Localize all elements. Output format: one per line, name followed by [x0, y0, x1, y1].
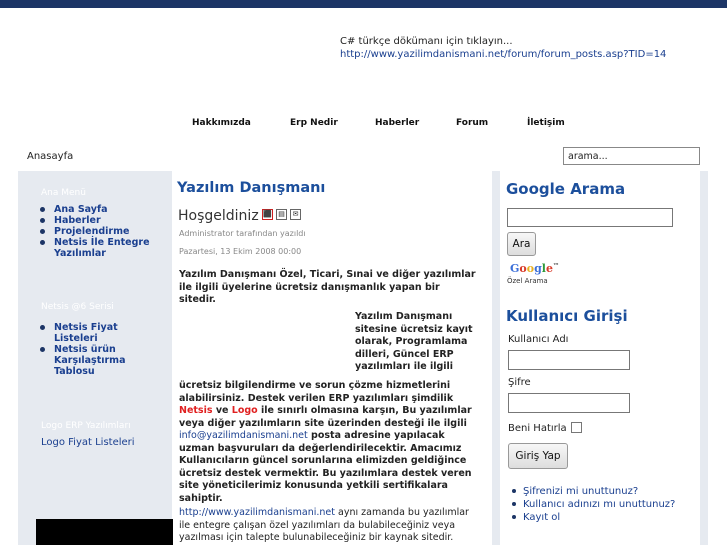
- remember-label: Beni Hatırla: [508, 423, 567, 434]
- site-title: Yazılım Danışmanı: [177, 180, 326, 196]
- menu-item-netsis-karsilastirma[interactable]: Netsis ürün Karşılaştırma Tablosu: [40, 344, 151, 377]
- login-button[interactable]: Giriş Yap: [508, 443, 568, 469]
- google-search-title: Google Arama: [506, 180, 626, 198]
- article-paragraph-2a: Yazılım Danışmanı sitesine ücretsiz kayı…: [355, 311, 473, 372]
- breadcrumb[interactable]: Anasayfa: [27, 151, 73, 162]
- username-field[interactable]: [508, 350, 630, 370]
- article-and: ve: [215, 405, 229, 416]
- menu-module-title: Ana Menü: [41, 188, 86, 198]
- login-title: Kullanıcı Girişi: [506, 307, 628, 325]
- menu-item-projelendirme[interactable]: Projelendirme: [40, 226, 151, 237]
- email-link[interactable]: info@yazilimdanismani.net: [179, 430, 308, 441]
- site-url-link[interactable]: http://www.yazilimdanismani.net: [179, 507, 335, 518]
- notice-text: C# türkçe dökümanı için tıklayın...: [340, 36, 513, 47]
- article-paragraph-2b: ücretsiz bilgilendirme ve sorun çözme hi…: [179, 380, 454, 404]
- google-logo: Google™: [510, 262, 559, 275]
- netsis-highlight: Netsis: [179, 405, 213, 416]
- netsis-menu: Netsis Fiyat Listeleri Netsis ürün Karşı…: [40, 322, 151, 377]
- logo-highlight: Logo: [231, 405, 258, 416]
- nav-item-haberler[interactable]: Haberler: [375, 118, 419, 128]
- menu-item-haberler[interactable]: Haberler: [40, 215, 151, 226]
- nav-item-hakkimizda[interactable]: Hakkımızda: [192, 118, 251, 128]
- main-menu: Ana Sayfa Haberler Projelendirme Netsis …: [40, 204, 151, 259]
- username-label: Kullanıcı Adı: [508, 334, 569, 345]
- register-link[interactable]: Kayıt ol: [510, 511, 675, 524]
- print-icon[interactable]: ▤: [276, 209, 287, 220]
- search-input[interactable]: [563, 147, 700, 165]
- menu-item-ana-sayfa[interactable]: Ana Sayfa: [40, 204, 151, 215]
- article-paragraph-1: Yazılım Danışmanı Özel, Ticari, Sınai ve…: [179, 269, 476, 305]
- google-subtitle: Özel Arama: [507, 277, 548, 285]
- menu-item-netsis-fiyat[interactable]: Netsis Fiyat Listeleri: [40, 322, 151, 344]
- email-icon[interactable]: ✉: [290, 209, 301, 220]
- menu-item-netsis-entegre[interactable]: Netsis İle Entegre Yazılımlar: [40, 237, 151, 259]
- forgot-password-link[interactable]: Şifrenizi mi unuttunuz?: [510, 485, 675, 498]
- article-paragraph-3: http://www.yazilimdanismani.net aynı zam…: [179, 507, 479, 545]
- top-bar: [0, 0, 727, 8]
- article-actions: ⬛ ▤ ✉: [262, 209, 301, 220]
- article-title: Hoşgeldiniz: [178, 208, 259, 224]
- login-links: Şifrenizi mi unuttunuz? Kullanıcı adınız…: [510, 485, 675, 524]
- password-field[interactable]: [508, 393, 630, 413]
- nav-item-forum[interactable]: Forum: [456, 118, 488, 128]
- pdf-icon[interactable]: ⬛: [262, 209, 273, 220]
- netsis-module-title: Netsis @6 Serisi: [41, 302, 114, 312]
- nav-item-erp-nedir[interactable]: Erp Nedir: [290, 118, 338, 128]
- article-date: Pazartesi, 13 Ekim 2008 00:00: [179, 247, 302, 256]
- google-tm: ™: [552, 262, 559, 270]
- article-paragraph-2d: posta adresine yapılacak uzman başvurula…: [179, 430, 472, 504]
- logo-price-link[interactable]: Logo Fiyat Listeleri: [41, 437, 151, 448]
- dark-banner: [36, 519, 173, 545]
- article-author: Administrator tarafından yazıldı: [179, 229, 306, 238]
- notice: C# türkçe dökümanı için tıklayın... http…: [340, 35, 666, 61]
- notice-link[interactable]: http://www.yazilimdanismani.net/forum/fo…: [340, 49, 666, 60]
- forgot-username-link[interactable]: Kullanıcı adınızı mı unuttunuz?: [510, 498, 675, 511]
- logo-module-title: Logo ERP Yazılımları: [41, 421, 131, 431]
- nav-item-iletisim[interactable]: İletişim: [527, 118, 565, 128]
- google-search-button[interactable]: Ara: [507, 232, 536, 256]
- article-paragraph-2: ücretsiz bilgilendirme ve sorun çözme hi…: [179, 380, 479, 505]
- password-label: Şifre: [508, 377, 531, 388]
- main-nav: Hakkımızda Erp Nedir Haberler Forum İlet…: [0, 118, 727, 132]
- google-search-input[interactable]: [507, 208, 673, 227]
- remember-checkbox[interactable]: [571, 422, 582, 433]
- left-sidebar: Ana Menü Ana Sayfa Haberler Projelendirm…: [18, 171, 151, 545]
